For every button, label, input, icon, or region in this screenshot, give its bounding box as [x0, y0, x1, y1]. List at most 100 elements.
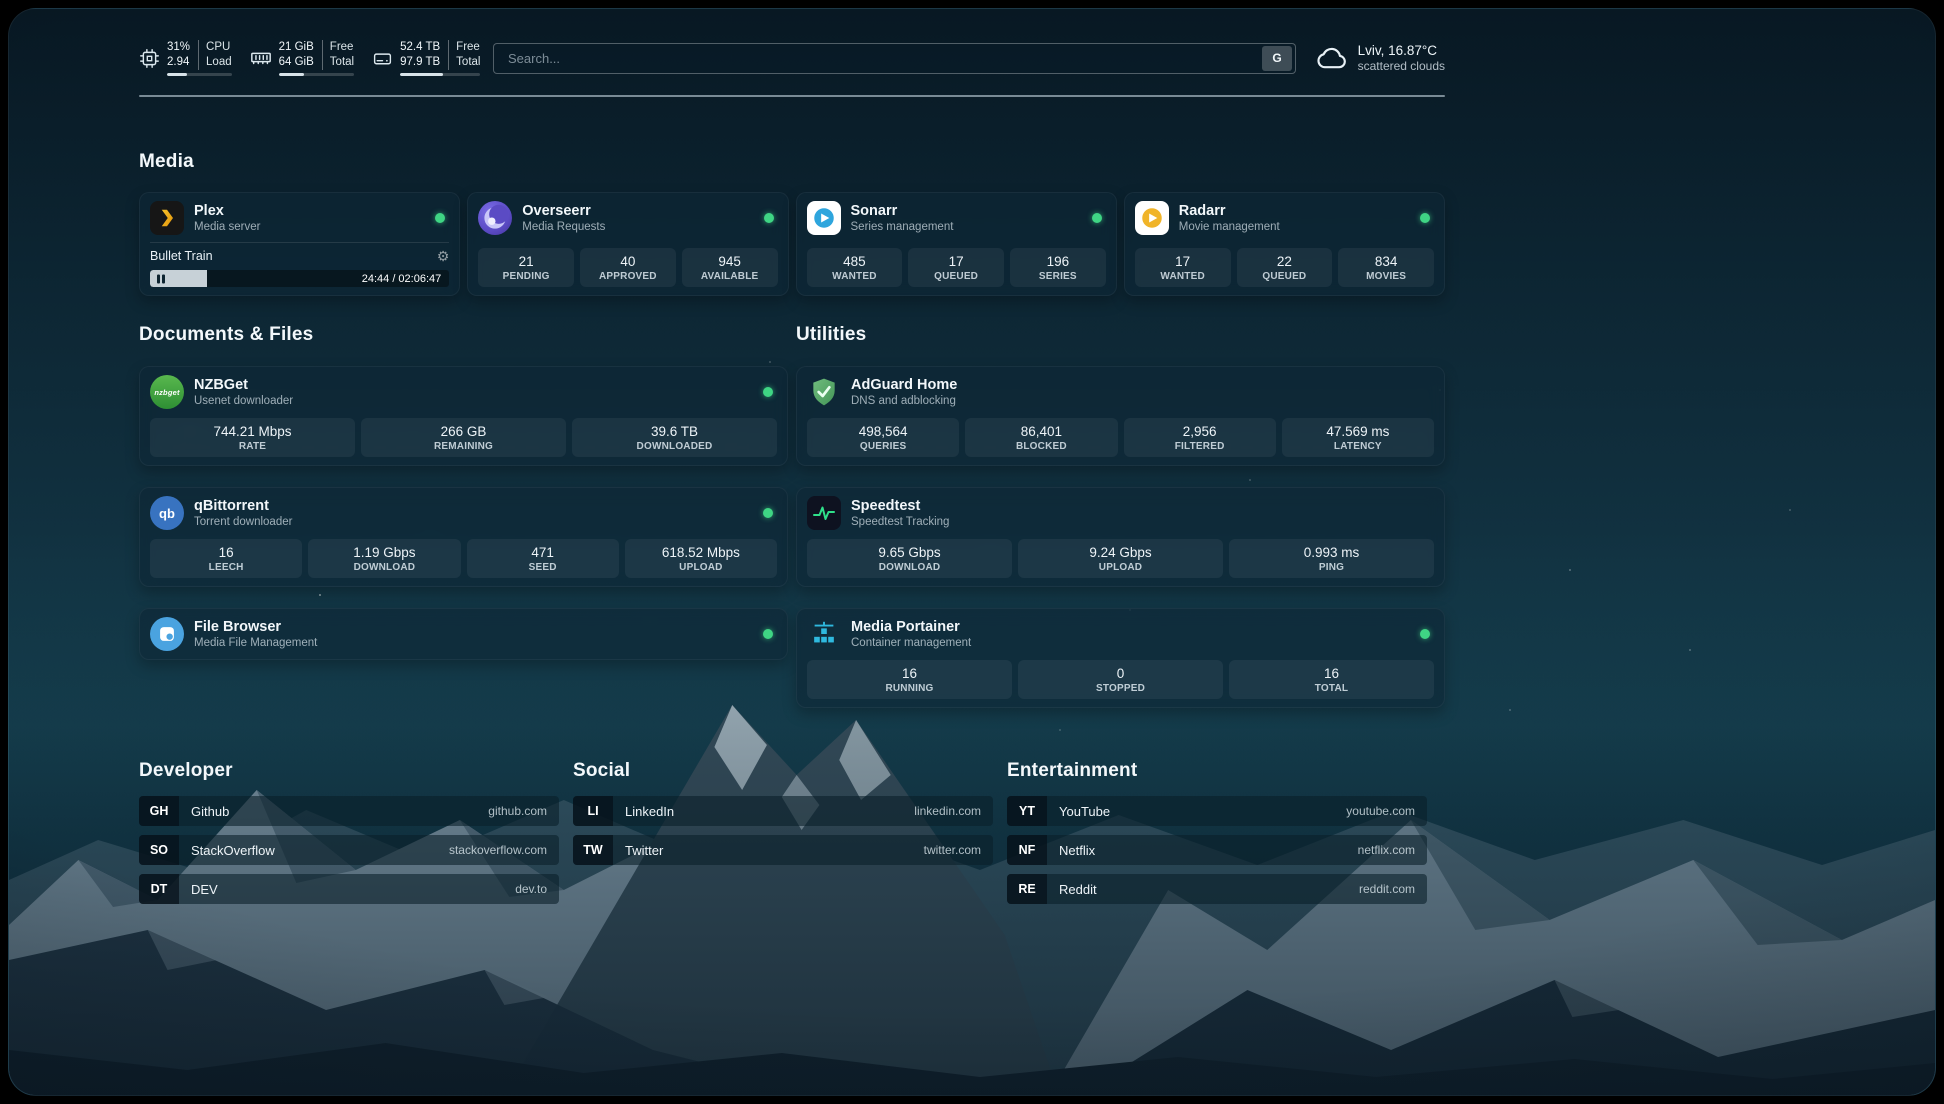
- stat-label: LEECH: [154, 562, 298, 573]
- bookmark-name: Reddit: [1059, 882, 1097, 897]
- app-card-overseerr[interactable]: Overseerr Media Requests 21 PENDING 40 A…: [467, 192, 788, 296]
- stat-label: LATENCY: [1286, 441, 1430, 452]
- app-subtitle-nzbget: Usenet downloader: [194, 395, 293, 407]
- bookmark-youtube[interactable]: YT YouTube youtube.com: [1007, 796, 1427, 826]
- radarr-icon: [1135, 201, 1169, 235]
- search-engine-button[interactable]: G: [1262, 46, 1292, 71]
- status-dot-online: [1420, 629, 1430, 639]
- stat-value: 498,564: [811, 424, 955, 439]
- memory-total-value: 64 GiB: [279, 55, 314, 70]
- storage-total-value: 97.9 TB: [400, 55, 440, 70]
- stat-label: APPROVED: [584, 271, 672, 282]
- nzbget-icon: nzbget: [150, 375, 184, 409]
- app-card-speedtest[interactable]: Speedtest Speedtest Tracking 9.65 Gbps D…: [796, 487, 1445, 587]
- stat-label: UPLOAD: [629, 562, 773, 573]
- top-bar: 31% 2.94 CPU Load: [139, 37, 1445, 79]
- storage-label-bottom: Total: [456, 55, 480, 70]
- app-card-filebrowser[interactable]: File Browser Media File Management: [139, 608, 788, 660]
- stat-label: UPLOAD: [1022, 562, 1219, 573]
- bookmark-name: Twitter: [625, 843, 663, 858]
- cpu-percent: 31%: [167, 40, 190, 55]
- stat-label: PING: [1233, 562, 1430, 573]
- linkedin-icon: LI: [573, 796, 613, 826]
- twitter-icon: TW: [573, 835, 613, 865]
- youtube-icon: YT: [1007, 796, 1047, 826]
- stat-label: SEED: [471, 562, 615, 573]
- github-icon: GH: [139, 796, 179, 826]
- bookmark-url: youtube.com: [1346, 804, 1415, 818]
- netflix-icon: NF: [1007, 835, 1047, 865]
- section-title-developer: Developer: [139, 760, 559, 782]
- cloud-icon: [1315, 43, 1349, 73]
- storage-usage-bar: [400, 73, 480, 76]
- status-dot-online: [435, 213, 445, 223]
- status-dot-online: [763, 387, 773, 397]
- stat-label: BLOCKED: [969, 441, 1113, 452]
- app-card-portainer[interactable]: Media Portainer Container management 16 …: [796, 608, 1445, 708]
- stat-label: DOWNLOADED: [576, 441, 773, 452]
- search-input[interactable]: [506, 50, 1262, 67]
- app-subtitle-plex: Media server: [194, 221, 260, 233]
- stat-label: AVAILABLE: [686, 271, 774, 282]
- playback-progress-bar[interactable]: 24:44 / 02:06:47: [150, 270, 449, 287]
- stat-remaining: 266 GB REMAINING: [361, 418, 566, 457]
- bookmark-dev[interactable]: DT DEV dev.to: [139, 874, 559, 904]
- app-subtitle-sonarr: Series management: [851, 221, 954, 233]
- app-name-portainer: Media Portainer: [851, 619, 971, 636]
- memory-free-value: 21 GiB: [279, 40, 314, 55]
- app-name-plex: Plex: [194, 203, 260, 220]
- reddit-icon: RE: [1007, 874, 1047, 904]
- memory-icon: [250, 47, 272, 69]
- stat-value: 0.993 ms: [1233, 545, 1430, 560]
- stat-value: 471: [471, 545, 615, 560]
- bookmark-name: YouTube: [1059, 804, 1110, 819]
- stat-stopped: 0 STOPPED: [1018, 660, 1223, 699]
- section-developer: Developer GH Github github.com SO StackO…: [139, 760, 559, 913]
- stat-label: QUEUED: [912, 271, 1000, 282]
- status-dot-online: [763, 629, 773, 639]
- stat-label: WANTED: [1139, 271, 1227, 282]
- stat-rate: 744.21 Mbps RATE: [150, 418, 355, 457]
- stat-value: 16: [154, 545, 298, 560]
- bookmark-github[interactable]: GH Github github.com: [139, 796, 559, 826]
- app-card-qbittorrent[interactable]: qb qBittorrent Torrent downloader 16 LEE…: [139, 487, 788, 587]
- section-title-documents: Documents & Files: [139, 324, 788, 346]
- stat-label: REMAINING: [365, 441, 562, 452]
- stat-value: 17: [1139, 254, 1227, 269]
- bookmark-name: StackOverflow: [191, 843, 275, 858]
- bookmark-netflix[interactable]: NF Netflix netflix.com: [1007, 835, 1427, 865]
- stat-value: 196: [1014, 254, 1102, 269]
- bookmark-linkedin[interactable]: LI LinkedIn linkedin.com: [573, 796, 993, 826]
- cpu-icon: [139, 48, 160, 69]
- stat-label: QUEUED: [1241, 271, 1329, 282]
- stat-series: 196 SERIES: [1010, 248, 1106, 287]
- stat-total: 16 TOTAL: [1229, 660, 1434, 699]
- status-dot-online: [1420, 213, 1430, 223]
- bookmark-name: Github: [191, 804, 229, 819]
- app-card-sonarr[interactable]: Sonarr Series management 485 WANTED 17 Q…: [796, 192, 1117, 296]
- app-subtitle-overseerr: Media Requests: [522, 221, 605, 233]
- stat-pending: 21 PENDING: [478, 248, 574, 287]
- app-card-radarr[interactable]: Radarr Movie management 17 WANTED 22 QUE…: [1124, 192, 1445, 296]
- app-card-nzbget[interactable]: nzbget NZBGet Usenet downloader 744.21 M…: [139, 366, 788, 466]
- bookmark-reddit[interactable]: RE Reddit reddit.com: [1007, 874, 1427, 904]
- bookmark-stackoverflow[interactable]: SO StackOverflow stackoverflow.com: [139, 835, 559, 865]
- stat-value: 21: [482, 254, 570, 269]
- pause-icon[interactable]: [157, 274, 165, 283]
- app-subtitle-speedtest: Speedtest Tracking: [851, 516, 949, 528]
- stat-approved: 40 APPROVED: [580, 248, 676, 287]
- cpu-load-value: 2.94: [167, 55, 190, 70]
- stat-value: 39.6 TB: [576, 424, 773, 439]
- stat-download: 1.19 Gbps DOWNLOAD: [308, 539, 460, 578]
- bookmark-twitter[interactable]: TW Twitter twitter.com: [573, 835, 993, 865]
- speedtest-icon: [807, 496, 841, 530]
- app-card-adguard[interactable]: AdGuard Home DNS and adblocking 498,564 …: [796, 366, 1445, 466]
- stat-label: MOVIES: [1342, 271, 1430, 282]
- memory-widget: 21 GiB 64 GiB Free Total: [250, 40, 354, 76]
- stat-value: 0: [1022, 666, 1219, 681]
- app-card-plex[interactable]: Plex Media server Bullet Train ⚙ 24:44 /…: [139, 192, 460, 296]
- search-bar[interactable]: G: [493, 43, 1296, 74]
- stackoverflow-icon: SO: [139, 835, 179, 865]
- gear-icon[interactable]: ⚙: [437, 249, 450, 263]
- weather-location: Lviv, 16.87°C: [1358, 43, 1445, 58]
